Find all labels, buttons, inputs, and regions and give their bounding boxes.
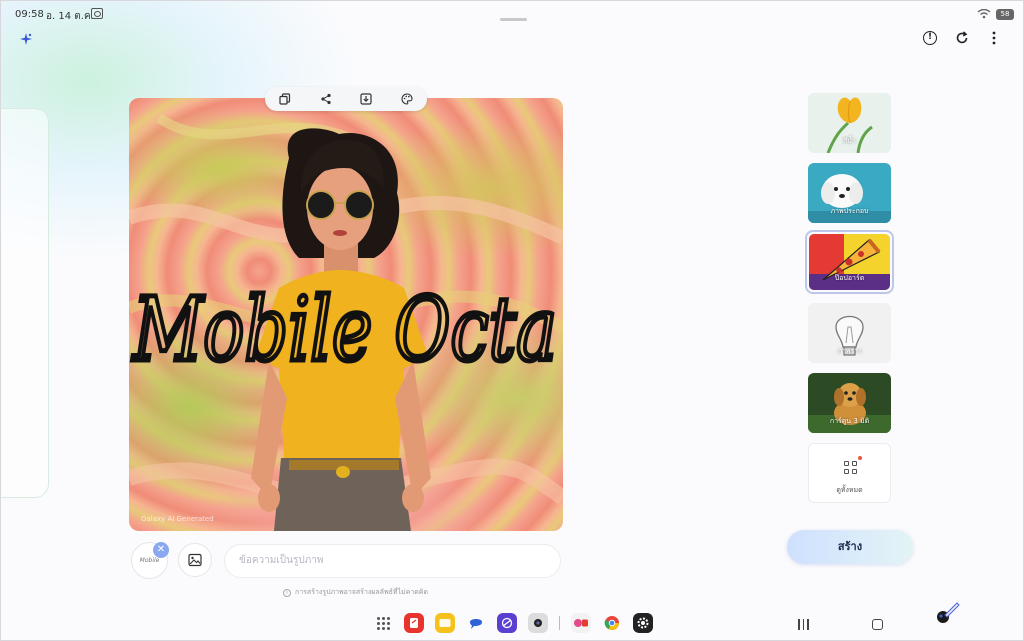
sketch-thumbnail-label: Mobile (139, 557, 160, 564)
create-button[interactable]: สร้าง (787, 530, 913, 564)
style-option-sketch[interactable]: ภาพร่าง (808, 303, 891, 363)
status-bar: 09:58 อ. 14 ต.ค. 58 (1, 1, 1023, 27)
style-label: สีน้ำ (843, 137, 856, 145)
add-image-button[interactable] (178, 543, 212, 577)
remove-sketch-button[interactable]: ✕ (153, 542, 169, 558)
galaxy-ai-icon (18, 32, 34, 48)
app-window: 09:58 อ. 14 ต.ค. 58 ! Mobile Octa Galaxy… (0, 0, 1024, 641)
internet-app-icon[interactable] (497, 613, 517, 633)
style-option-pop-art[interactable]: ป๊อปอาร์ต (805, 230, 894, 294)
previous-result-panel[interactable] (1, 108, 49, 498)
status-date: อ. 14 ต.ค. (46, 11, 94, 22)
generated-portrait-illustration: Mobile Octa (129, 113, 563, 531)
handwriting-assist-icon[interactable] (931, 599, 961, 629)
see-all-styles-button[interactable]: ดูทั้งหมด (808, 443, 891, 503)
see-all-label: ดูทั้งหมด (836, 486, 863, 494)
chrome-app-icon[interactable] (602, 613, 622, 633)
screenshot-icon (91, 8, 103, 19)
image-toolbar (265, 87, 427, 111)
notification-dot (858, 456, 862, 460)
home-button[interactable] (872, 619, 883, 630)
share-button[interactable] (315, 88, 337, 110)
style-option-illustration[interactable]: ภาพประกอบ (808, 163, 891, 223)
wifi-icon (977, 8, 991, 22)
style-label: ป๊อปอาร์ต (834, 274, 865, 282)
disclaimer-text: การสร้างรูปภาพอาจสร้างผลลัพธ์ที่ไม่คาดคิ… (295, 588, 428, 596)
close-icon: ✕ (156, 544, 166, 555)
copy-icon (279, 93, 291, 105)
style-label: ภาพร่าง (837, 347, 862, 355)
download-button[interactable] (355, 88, 377, 110)
refresh-button[interactable] (953, 29, 971, 47)
refresh-icon (956, 31, 968, 44)
grid-icon (844, 461, 858, 475)
taskbar (373, 613, 653, 633)
drag-handle[interactable] (500, 18, 527, 21)
disclaimer: i การสร้างรูปภาพอาจสร้างผลลัพธ์ที่ไม่คาด… (283, 587, 428, 598)
handwritten-overlay-text: Mobile Octa (131, 278, 557, 381)
style-palette-button[interactable] (396, 88, 418, 110)
style-option-watercolor[interactable]: สีน้ำ (808, 93, 891, 153)
prompt-input[interactable]: ข้อความเป็นรูปภาพ (224, 544, 561, 578)
share-icon (321, 93, 331, 105)
recent-app-pair-icon[interactable] (571, 613, 591, 633)
image-icon (188, 553, 202, 567)
camera-app-icon[interactable] (528, 613, 548, 633)
notes-app-icon[interactable] (404, 613, 424, 633)
settings-app-icon[interactable] (633, 613, 653, 633)
ai-watermark: Galaxy AI Generated (141, 515, 214, 523)
top-actions: ! (921, 29, 1003, 47)
messages-app-icon[interactable] (466, 613, 486, 633)
style-label: การ์ตูน 3 มิติ (829, 417, 870, 425)
more-options-button[interactable] (985, 29, 1003, 47)
palette-icon (401, 93, 413, 105)
recents-button[interactable] (798, 619, 810, 630)
download-icon (360, 93, 372, 105)
status-time: 09:58 (15, 9, 44, 20)
battery-indicator: 58 (996, 9, 1014, 20)
generated-image[interactable]: Mobile Octa Galaxy AI Generated (129, 98, 563, 531)
folder-app-icon[interactable] (435, 613, 455, 633)
info-icon: ! (923, 31, 937, 45)
info-button[interactable]: ! (921, 29, 939, 47)
style-option-3d-cartoon[interactable]: การ์ตูน 3 มิติ (808, 373, 891, 433)
dock-divider (559, 616, 560, 630)
apps-drawer-button[interactable] (373, 613, 393, 633)
info-small-icon: i (283, 588, 291, 597)
copy-button[interactable] (274, 88, 296, 110)
style-label: ภาพประกอบ (830, 207, 869, 215)
more-vertical-icon (992, 31, 996, 45)
